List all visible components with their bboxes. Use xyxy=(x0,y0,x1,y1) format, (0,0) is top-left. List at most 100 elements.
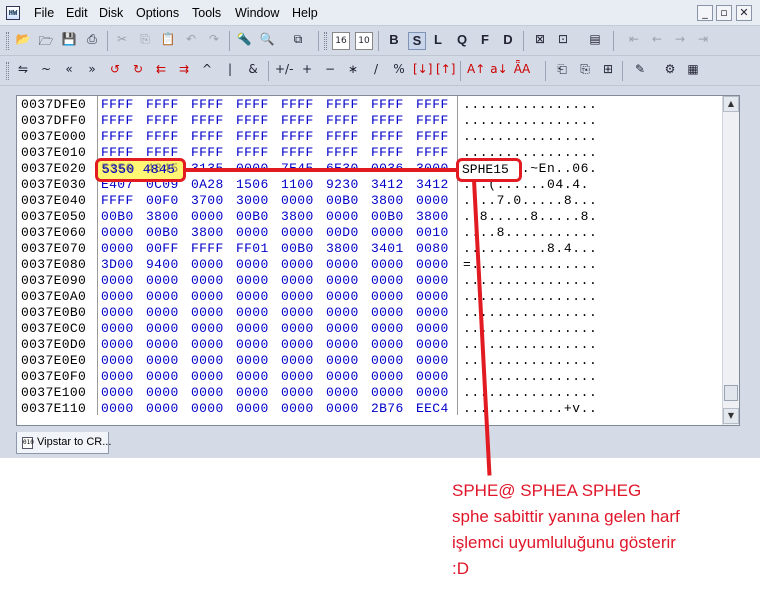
bookmark-icon[interactable]: ⊠ xyxy=(531,32,549,50)
hex-word[interactable]: FFFF xyxy=(146,129,179,144)
hex-word[interactable]: 0000 xyxy=(236,289,269,304)
document-tab[interactable]: 010 Vipstar to CR... xyxy=(16,432,111,454)
hex-word[interactable]: 0000 xyxy=(236,385,269,400)
paste-block-icon[interactable]: ⎘ xyxy=(576,62,594,80)
undo-icon[interactable]: ↶ xyxy=(182,32,200,50)
minimize-button[interactable]: _ xyxy=(697,5,713,21)
copy-block-icon[interactable]: ⎗ xyxy=(553,62,571,80)
cut-icon[interactable]: ✂ xyxy=(113,32,131,50)
scroll-down-icon[interactable]: ▼ xyxy=(723,408,739,424)
hex-word[interactable]: 0000 xyxy=(236,321,269,336)
rotate-right-icon[interactable]: ↻ xyxy=(129,62,147,80)
hex-word[interactable]: 0000 xyxy=(416,273,449,288)
row-ascii[interactable]: =............... xyxy=(463,257,597,272)
menu-options[interactable]: Options xyxy=(136,6,179,20)
hex-word[interactable]: 0000 xyxy=(146,385,179,400)
hex-word[interactable]: 0000 xyxy=(326,337,359,352)
hex-word[interactable]: 3D00 xyxy=(101,257,134,272)
restore-button[interactable]: ▫ xyxy=(716,5,732,21)
view-d-button[interactable]: D xyxy=(499,32,517,50)
print-icon[interactable]: ⎙ xyxy=(83,32,101,50)
hex-word[interactable]: 0000 xyxy=(236,337,269,352)
or-icon[interactable]: | xyxy=(221,62,239,80)
vertical-scrollbar[interactable]: ▲ ▼ xyxy=(722,96,739,425)
hex-word[interactable]: FFFF xyxy=(371,97,404,112)
row-ascii[interactable]: ................ xyxy=(463,113,597,128)
hex-word[interactable]: FFFF xyxy=(281,145,314,160)
hex-word[interactable]: 3412 xyxy=(371,177,404,192)
shift-left-icon[interactable]: « xyxy=(60,62,78,80)
calculator-icon[interactable]: ▦ xyxy=(684,62,702,80)
hex-word[interactable]: 0000 xyxy=(281,321,314,336)
hex-word[interactable]: 0000 xyxy=(146,321,179,336)
hex-word[interactable]: 0000 xyxy=(101,289,134,304)
find-replace-icon[interactable]: 🔍 xyxy=(258,32,276,50)
sidebar-icon[interactable]: ▤ xyxy=(586,32,604,50)
hex-word[interactable]: 0000 xyxy=(191,305,224,320)
row-ascii[interactable]: ................ xyxy=(463,289,597,304)
compare-icon[interactable]: ⊞ xyxy=(599,62,617,80)
hex-word[interactable]: 0000 xyxy=(416,305,449,320)
hex-word[interactable]: 0000 xyxy=(101,353,134,368)
hex-word[interactable]: FFFF xyxy=(236,129,269,144)
ram-icon[interactable]: ⚙ xyxy=(661,62,679,80)
row-ascii[interactable]: ................ xyxy=(463,97,597,112)
hex-word[interactable]: 0000 xyxy=(101,225,134,240)
rotate-bytes-right-icon[interactable]: ⇉ xyxy=(175,62,193,80)
hex-word[interactable]: EEC4 xyxy=(416,401,449,416)
lowercase-icon[interactable]: a↓ xyxy=(490,62,508,80)
divide-icon[interactable]: / xyxy=(367,62,385,80)
hex-word[interactable]: 0000 xyxy=(326,257,359,272)
modulo-icon[interactable]: % xyxy=(390,62,408,80)
forward-icon[interactable]: → xyxy=(671,32,689,50)
hex-word[interactable]: 0000 xyxy=(236,273,269,288)
rotate-left-icon[interactable]: ↺ xyxy=(106,62,124,80)
view-l-button[interactable]: L xyxy=(429,32,447,50)
hex-word[interactable]: 0000 xyxy=(281,225,314,240)
hex-word[interactable]: 3800 xyxy=(371,193,404,208)
row-ascii[interactable]: ..........8.4... xyxy=(463,241,597,256)
scroll-thumb[interactable] xyxy=(724,385,738,401)
hex-word[interactable]: 0000 xyxy=(371,369,404,384)
hex-word[interactable]: 0000 xyxy=(326,209,359,224)
hex-word[interactable]: 0000 xyxy=(281,353,314,368)
hex-word[interactable]: 0000 xyxy=(146,353,179,368)
hex-word[interactable]: 0000 xyxy=(101,369,134,384)
hex-word[interactable]: 0000 xyxy=(326,353,359,368)
hex-word[interactable]: 00B0 xyxy=(371,209,404,224)
uppercase-icon[interactable]: A↑ xyxy=(467,62,485,80)
hex-word[interactable]: 0000 xyxy=(326,273,359,288)
hex-word[interactable]: 0000 xyxy=(416,193,449,208)
hex-word[interactable]: FFFF xyxy=(416,97,449,112)
clipboard-icon[interactable]: ⧉ xyxy=(289,32,307,50)
hex-word[interactable]: FFFF xyxy=(326,129,359,144)
tools-icon[interactable]: ✎ xyxy=(631,62,649,80)
view-b-button[interactable]: B xyxy=(385,32,403,50)
hex-word[interactable]: 0000 xyxy=(281,369,314,384)
not-icon[interactable]: ~ xyxy=(37,62,55,80)
row-ascii[interactable]: ....7.0.....8... xyxy=(463,193,597,208)
hex-word[interactable]: FFFF xyxy=(191,129,224,144)
hex-word[interactable]: 00FF xyxy=(146,241,179,256)
hex-word[interactable]: FF01 xyxy=(236,241,269,256)
hex-word[interactable]: 0000 xyxy=(416,385,449,400)
hex-word[interactable]: 0000 xyxy=(371,225,404,240)
hex-word[interactable]: 3800 xyxy=(416,209,449,224)
hex-word[interactable]: 0000 xyxy=(416,257,449,272)
toolbar-grip[interactable] xyxy=(6,32,9,50)
hex-word[interactable]: 0000 xyxy=(101,385,134,400)
hex-word[interactable]: 0000 xyxy=(281,257,314,272)
menu-file[interactable]: File xyxy=(34,6,54,20)
hex-word[interactable]: FFFF xyxy=(281,113,314,128)
hex-word[interactable]: 9400 xyxy=(146,257,179,272)
hex-word[interactable]: 0000 xyxy=(146,273,179,288)
hex-word[interactable]: 0000 xyxy=(371,273,404,288)
hex-word[interactable]: 0000 xyxy=(236,305,269,320)
rotate-bytes-left-icon[interactable]: ⇇ xyxy=(152,62,170,80)
hex-word[interactable]: 0000 xyxy=(416,369,449,384)
hex-word[interactable]: 0000 xyxy=(101,321,134,336)
hex-word[interactable]: 3000 xyxy=(236,193,269,208)
hex-word[interactable]: 0000 xyxy=(371,257,404,272)
hex-word[interactable]: 0000 xyxy=(191,353,224,368)
hex-word[interactable]: 00B0 xyxy=(236,209,269,224)
